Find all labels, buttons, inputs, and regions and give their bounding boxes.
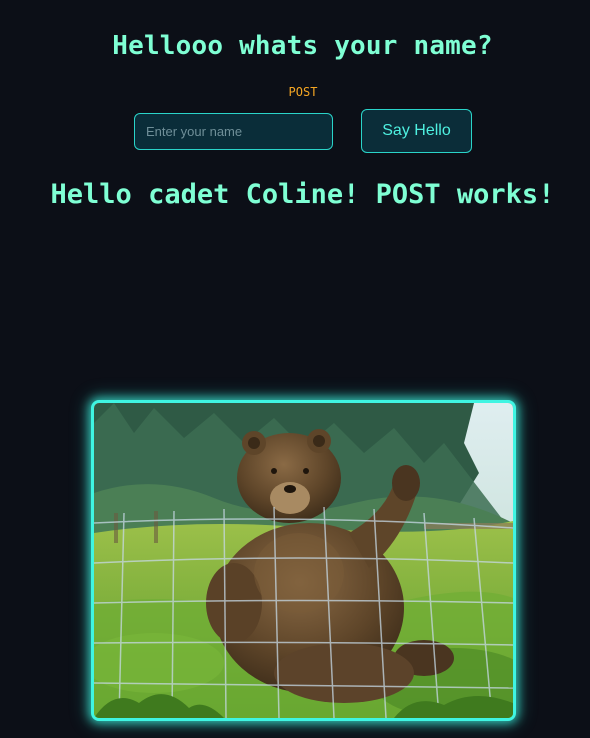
- waving-bear-illustration: [94, 403, 513, 718]
- bear-image: [91, 400, 516, 721]
- name-input[interactable]: [134, 113, 333, 150]
- greeting-message: Hello cadet Coline! POST works!: [50, 179, 555, 210]
- say-hello-button[interactable]: Say Hello: [361, 109, 472, 153]
- method-label: POST: [288, 85, 318, 99]
- page: Hellooo whats your name? POST Say Hello …: [0, 0, 590, 738]
- page-title: Hellooo whats your name?: [112, 31, 493, 61]
